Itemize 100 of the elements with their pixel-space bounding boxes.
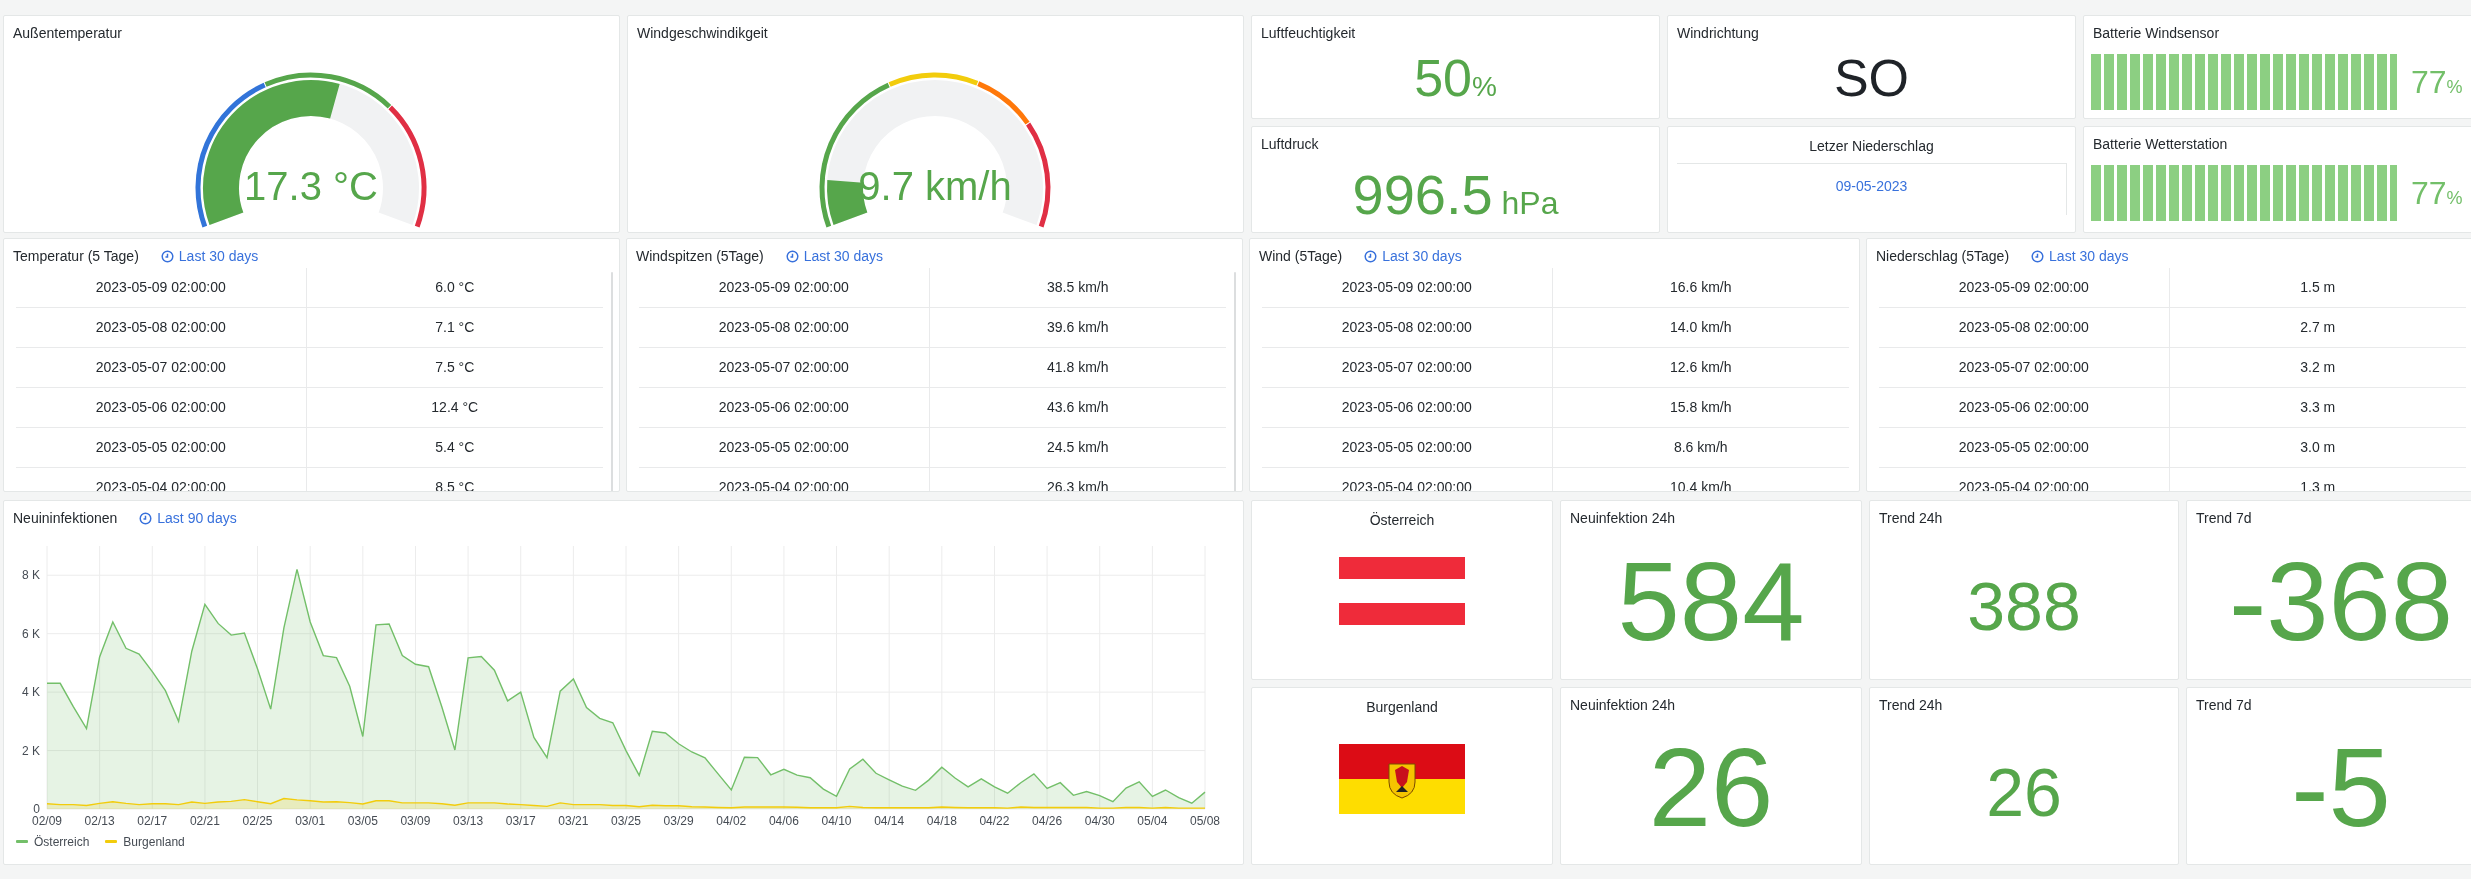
panel-title: Neuinfektion 24h (1569, 509, 1677, 527)
table-cell: 2023-05-08 02:00:00 (16, 307, 306, 348)
table-cell: 09-05-2023 (1835, 178, 1908, 194)
panel-title: Niederschlag (5Tage) (1875, 247, 2011, 265)
panel-title: Trend 7d (2195, 509, 2253, 527)
panel-title: Luftfeuchtigkeit (1260, 24, 1357, 42)
axis-label: 03/13 (453, 813, 484, 828)
table-cell: 2023-05-05 02:00:00 (1879, 427, 2169, 468)
table-cell: 2.7 m (2169, 307, 2466, 348)
scrollbar-thumb[interactable] (611, 271, 613, 491)
stat-value: 50% (1413, 51, 1498, 104)
axis-label: 03/21 (558, 813, 589, 828)
panel-title: Außentemperatur (12, 24, 123, 42)
table-cell: 3.3 m (2169, 387, 2466, 428)
table-cell: 38.5 km/h (929, 267, 1226, 308)
axis-label: 02/09 (32, 813, 62, 828)
panel-title: Windspitzen (5Tage) (635, 247, 765, 265)
axis-label: 04/06 (768, 813, 799, 828)
axis-label: 02/25 (242, 813, 273, 828)
table-cell: 2023-05-06 02:00:00 (1879, 387, 2169, 428)
axis-label: 04/10 (821, 813, 852, 828)
axis-label: 2 K (22, 743, 40, 758)
table-cell: 5.4 °C (306, 427, 603, 468)
panel-title: Neuininfektionen (12, 509, 119, 527)
legend-label[interactable]: Österreich (34, 832, 90, 851)
battery-reading: 77% (2411, 173, 2463, 213)
stat-value: 584 (1617, 545, 1805, 658)
axis-label: 05/04 (1137, 813, 1168, 828)
table-cell: 2023-05-09 02:00:00 (16, 267, 306, 308)
axis-label: 04/18 (926, 813, 957, 828)
panel-title: Wind (5Tage) (1258, 247, 1344, 265)
panel-title: Windgeschwindikgeit (636, 24, 769, 42)
time-range-link[interactable]: Last 90 days (139, 501, 237, 527)
table-cell: 2023-05-07 02:00:00 (639, 347, 929, 388)
table-cell: 7.1 °C (306, 307, 603, 348)
panel-title: Luftdruck (1260, 135, 1320, 153)
clock-icon (1364, 249, 1378, 263)
axis-label: 03/09 (400, 813, 431, 828)
battery-reading: 77% (2411, 62, 2463, 102)
axis-label: 04/02 (716, 813, 747, 828)
stat-value: 26 (1648, 731, 1774, 844)
stat-value: SO (1832, 51, 1911, 104)
panel-title: Burgenland (1365, 698, 1439, 717)
stat-value: -5 (2291, 731, 2391, 844)
scrollbar-thumb[interactable] (1234, 271, 1236, 491)
axis-label: 03/01 (295, 813, 326, 828)
table-cell: 12.4 °C (306, 387, 603, 428)
clock-icon (160, 249, 174, 263)
panel-title: Österreich (1368, 511, 1436, 530)
clock-icon (785, 249, 799, 263)
table-cell: 8.6 km/h (1552, 427, 1849, 468)
table-cell: 2023-05-06 02:00:00 (639, 387, 929, 428)
table-cell: 2023-05-09 02:00:00 (1879, 267, 2169, 308)
table-cell: 15.8 km/h (1552, 387, 1849, 428)
table-cell: 14.0 km/h (1552, 307, 1849, 348)
clock-icon (2031, 249, 2045, 263)
time-range-link[interactable]: Last 30 days (160, 239, 259, 265)
table-cell: 39.6 km/h (929, 307, 1226, 348)
axis-label: 03/29 (663, 813, 694, 828)
gauge-value: 9.7 km/h (858, 163, 1012, 208)
stat-value: 996.5 hPa (1351, 166, 1560, 223)
legend-label[interactable]: Burgenland (123, 832, 185, 851)
table-cell: 16.6 km/h (1552, 267, 1849, 308)
stat-value: 26 (1986, 757, 2062, 826)
axis-label: 4 K (22, 684, 40, 699)
stat-value: 388 (1967, 571, 2081, 640)
table-cell: 2023-05-08 02:00:00 (1262, 307, 1552, 348)
table-cell: 7.5 °C (306, 347, 603, 388)
axis-label: 02/21 (189, 813, 220, 828)
table-cell: 2023-05-09 02:00:00 (639, 267, 929, 308)
panel-title: Batterie Windsensor (2092, 24, 2221, 42)
axis-label: 03/05 (347, 813, 378, 828)
table-cell: 2023-05-07 02:00:00 (16, 347, 306, 388)
panel-title: Windrichtung (1676, 24, 1760, 42)
table-cell: 6.0 °C (306, 267, 603, 308)
panel-title: Trend 24h (1878, 509, 1944, 527)
table-cell: 2023-05-08 02:00:00 (639, 307, 929, 348)
axis-label: 03/25 (611, 813, 641, 828)
axis-label: 05/08 (1190, 813, 1220, 828)
axis-label: 8 K (22, 568, 40, 582)
table-cell: 2023-05-07 02:00:00 (1262, 347, 1552, 388)
time-range-link[interactable]: Last 30 days (2031, 239, 2129, 265)
time-range-link[interactable]: Last 30 days (785, 239, 883, 265)
gauge-value: 17.3 °C (244, 163, 378, 208)
axis-label: 0 (33, 801, 40, 816)
stat-value: -368 (2228, 545, 2454, 658)
axis-label: 02/13 (84, 813, 115, 828)
panel-title: Letzer Niederschlag (1808, 137, 1935, 156)
time-range-link[interactable]: Last 30 days (1364, 239, 1462, 265)
flag-icon (1339, 744, 1465, 814)
table-cell: 2023-05-05 02:00:00 (1262, 427, 1552, 468)
table-cell: 3.2 m (2169, 347, 2466, 388)
table-cell: 2023-05-06 02:00:00 (1262, 387, 1552, 428)
panel-title: Trend 7d (2195, 696, 2253, 714)
table-cell: 24.5 km/h (929, 427, 1226, 468)
table-cell: 12.6 km/h (1552, 347, 1849, 388)
panel-title: Temperatur (5 Tage) (12, 247, 140, 265)
table-cell: 41.8 km/h (929, 347, 1226, 388)
table-cell: 2023-05-08 02:00:00 (1879, 307, 2169, 348)
clock-icon (139, 511, 153, 525)
